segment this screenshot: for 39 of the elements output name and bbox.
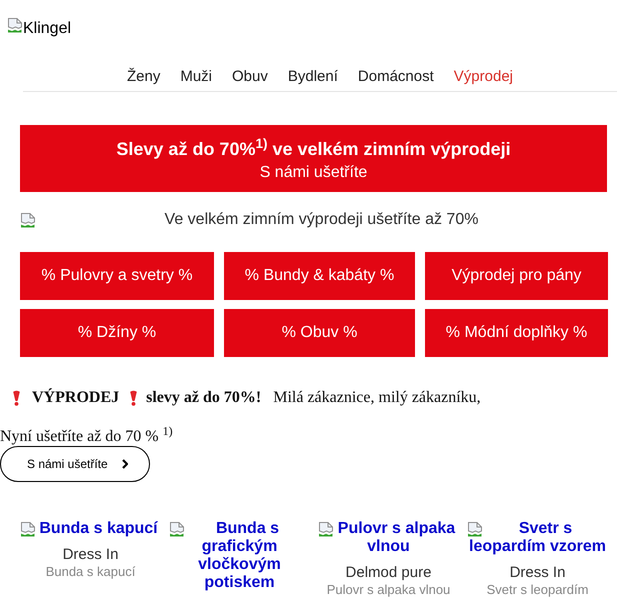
broken-image-icon (20, 212, 36, 228)
nav-link[interactable]: Výprodej (454, 68, 513, 86)
category-button[interactable]: % Bundy & kabáty % (224, 252, 415, 300)
product-description: Svetr s leopardím (486, 582, 590, 598)
category-button[interactable]: % Obuv % (224, 309, 415, 357)
broken-image-icon (318, 521, 334, 537)
savings-text: Nyní ušetříte až do 70 % $^{1)}$ (0, 428, 173, 446)
sale-heading: VÝPRODEJ (32, 388, 120, 408)
category-button[interactable]: % Pulovry a svetry % (20, 252, 214, 300)
category-button[interactable]: % Džíny % (20, 309, 214, 357)
logo-text: Klingel (23, 20, 72, 37)
nav-link[interactable]: Muži (180, 68, 212, 86)
broken-image-icon (467, 521, 483, 537)
chevron-right-icon (122, 459, 128, 469)
exclamation-icon (12, 390, 21, 406)
nav-link[interactable]: Obuv (232, 68, 268, 86)
hero-alt-text: Ve velkém zimním výprodeji ušetříte až 70% (164, 211, 478, 228)
product-brand: Dress In (508, 564, 566, 582)
nav-link[interactable]: Bydlení (288, 68, 338, 86)
product-link[interactable]: Svetr s leopardím vzorem (467, 520, 608, 556)
broken-image-icon (169, 521, 185, 537)
product-description: Pulovr s alpaka vlnou (326, 582, 452, 598)
nav-link[interactable]: Ženy (126, 68, 160, 86)
product-link[interactable]: Pulovr s alpaka vlnou (318, 520, 459, 556)
greeting-text: slevy až do 70%! Milá zákaznice, milý zákazníku, (146, 388, 481, 408)
product-link[interactable]: Bunda s grafickým vločkovým potiskem (169, 520, 310, 592)
broken-image-icon (20, 521, 36, 537)
product-link[interactable]: Bunda s kapucí (20, 520, 161, 538)
banner-subtitle: S námi ušetříte (260, 163, 368, 183)
exclamation-icon (129, 390, 138, 406)
category-button[interactable]: Výprodej pro pány (425, 252, 608, 300)
cta-button[interactable]: S námi ušetříte (0, 446, 150, 482)
product-brand: Delmod pure (344, 564, 432, 582)
product-description: Bunda s kapucí (44, 564, 136, 580)
banner-title: Slevy až do 70%$^{1)}$ ve velkém zimním výprodeji (116, 138, 511, 160)
category-button[interactable]: % Módní doplňky % (425, 309, 608, 357)
broken-image-icon (7, 17, 23, 33)
nav-link[interactable]: Domácnost (358, 68, 434, 86)
product-brand: Dress In (62, 546, 120, 564)
